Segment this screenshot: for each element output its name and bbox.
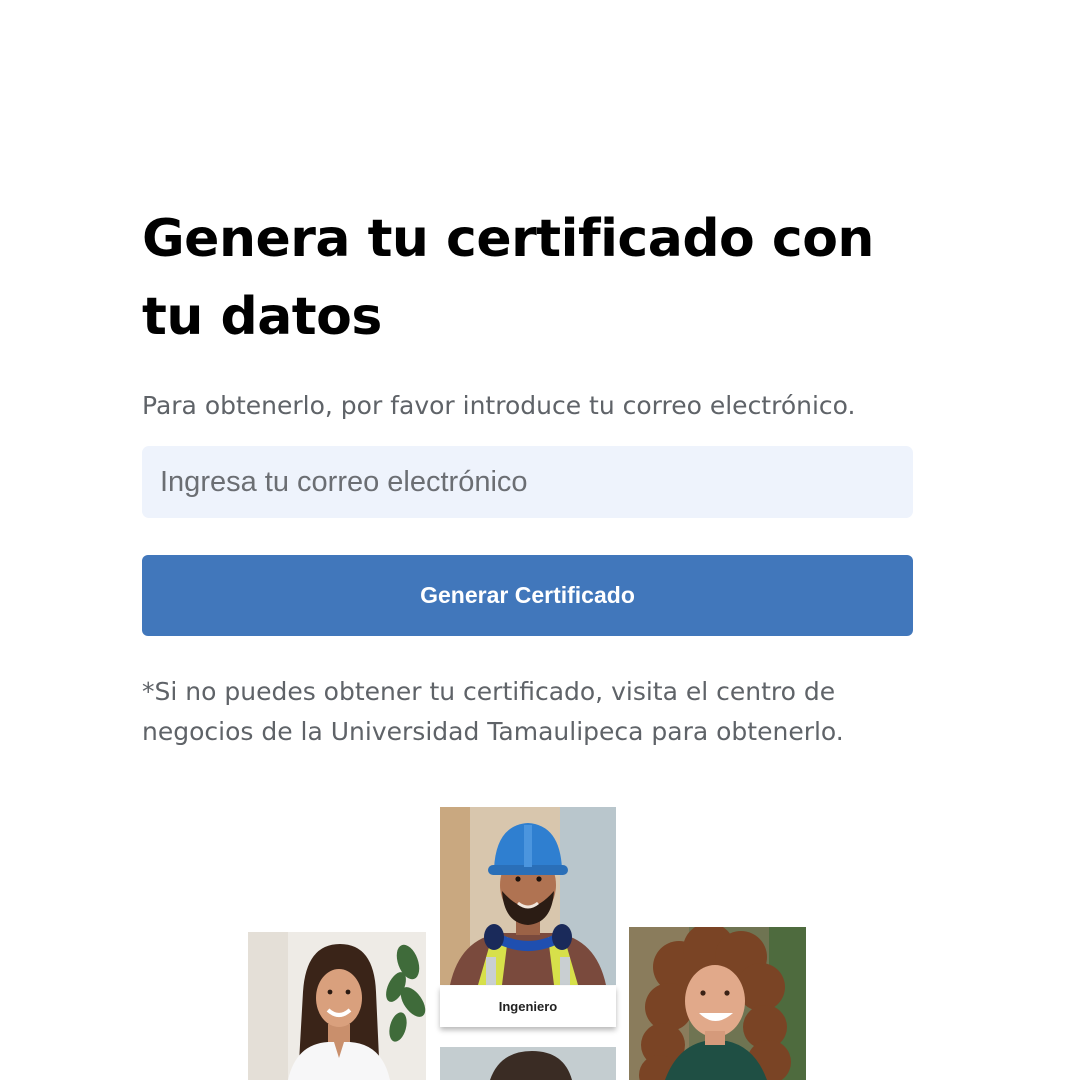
portrait-card-woman-curly [629,927,806,1080]
portrait-card-partial [440,1047,616,1080]
help-note: *Si no puedes obtener tu certificado, vi… [142,677,844,746]
woman-portrait-image [248,932,426,1080]
generate-certificate-button[interactable]: Generar Certificado [142,555,913,636]
portrait-card-woman-office [248,932,426,1080]
portrait-card-engineer [440,807,616,985]
partial-portrait-image [440,1047,616,1080]
card-caption-ingeniero: Ingeniero [440,986,616,1027]
certificate-form: Genera tu certificado con tu datos Para … [142,200,914,752]
certificate-page: Genera tu certificado con tu datos Para … [0,0,1080,1080]
form-instructions: Para obtenerlo, por favor introduce tu c… [142,391,856,420]
engineer-portrait-image [440,807,616,985]
page-title: Genera tu certificado con tu datos [142,209,874,347]
curly-woman-portrait-image [629,927,806,1080]
email-input[interactable] [142,446,913,518]
